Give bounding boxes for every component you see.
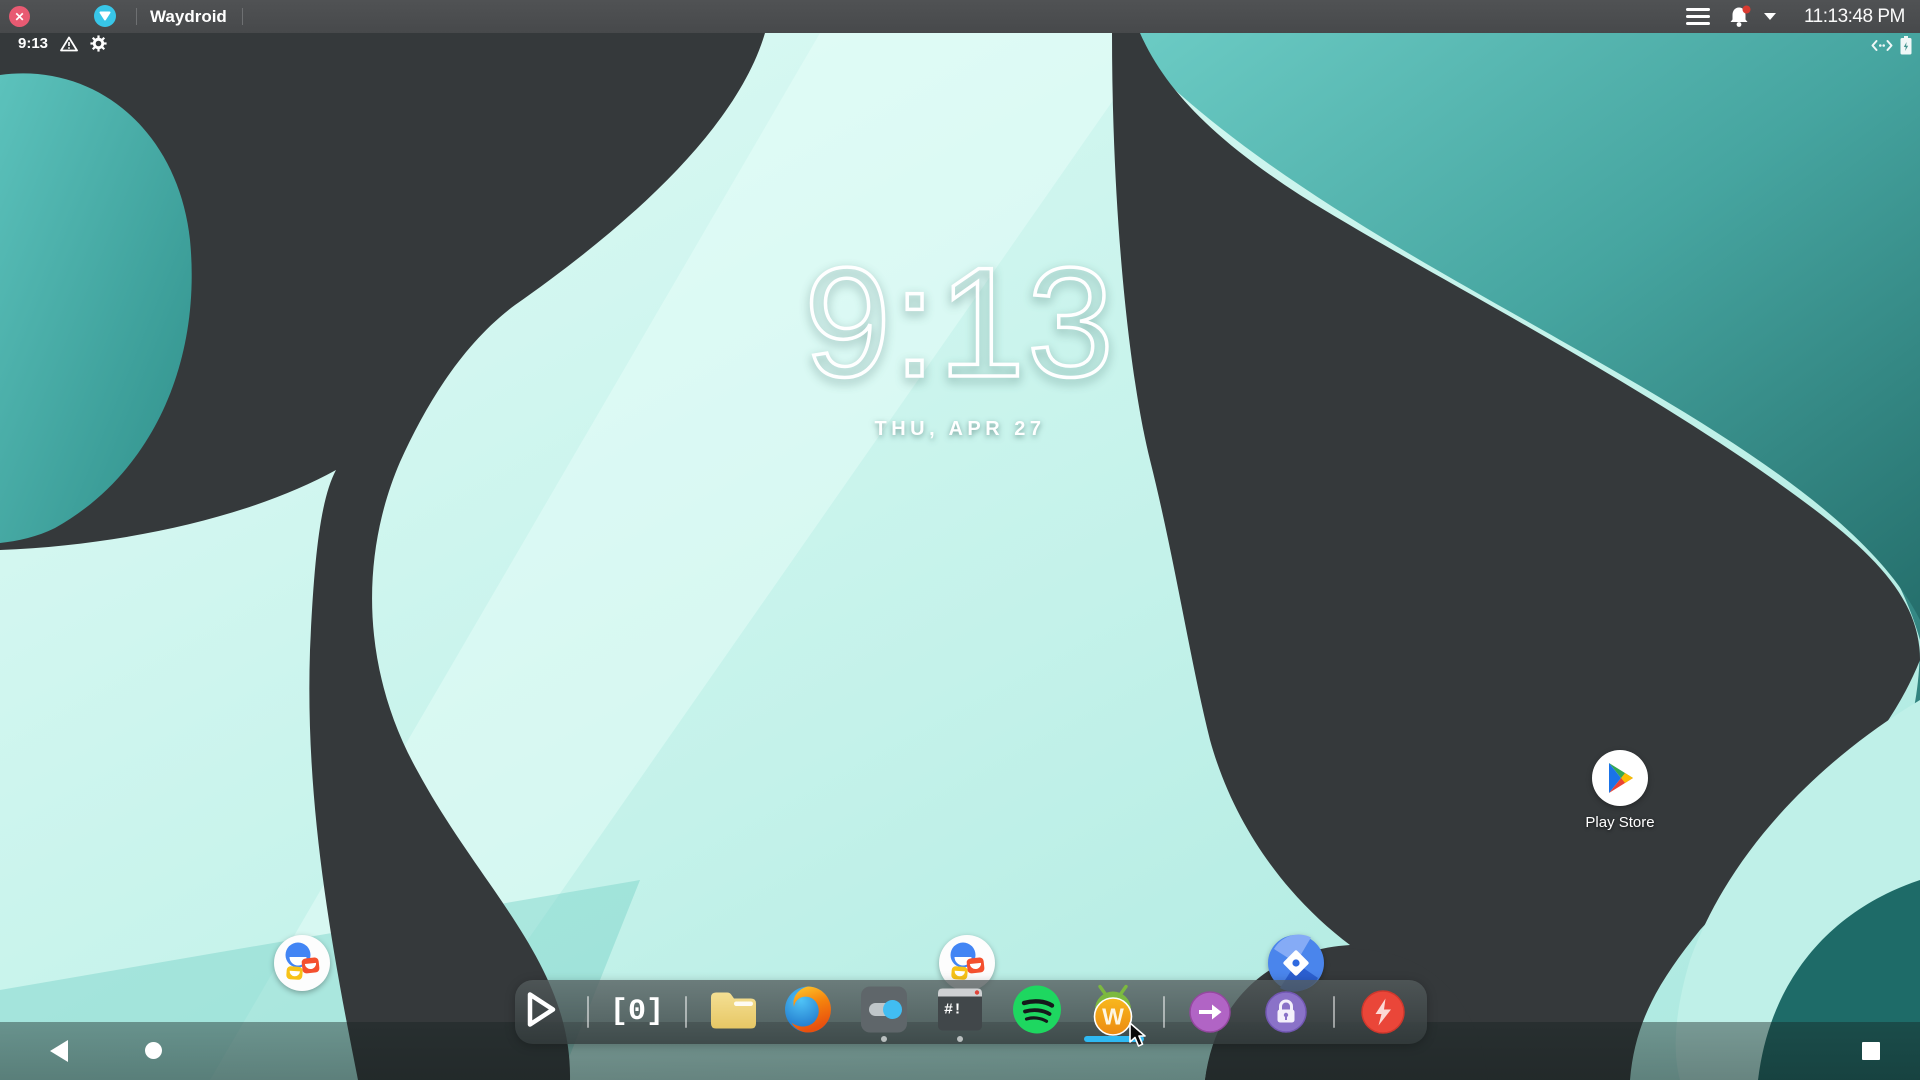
nav-home-button[interactable] — [145, 1042, 162, 1059]
clock-widget: 9:13 THU, APR 27 — [0, 236, 1920, 441]
logout-arrow-icon — [1189, 991, 1231, 1033]
dock-logout-button[interactable] — [1189, 991, 1231, 1033]
dropdown-caret-icon[interactable] — [1764, 13, 1776, 20]
dock: [0] #! W — [515, 980, 1427, 1044]
power-bolt-icon — [1361, 990, 1405, 1034]
svg-text:#!: #! — [944, 1002, 962, 1019]
dock-separator — [587, 996, 589, 1028]
shortcut-label: Play Store — [1585, 814, 1655, 831]
faces-app-icon — [274, 935, 330, 991]
titlebar-clock: 11:13:48 PM — [1804, 6, 1905, 27]
running-indicator-dot — [957, 1036, 963, 1042]
android-screen: 9:13 9:13 THU, APR 27 Play Store — [0, 33, 1920, 1080]
firefox-icon — [785, 986, 831, 1033]
nav-recents-button[interactable] — [1862, 1042, 1880, 1060]
dock-terminal-button[interactable]: #! — [937, 988, 983, 1037]
waydroid-logo-icon[interactable] — [94, 5, 116, 27]
nav-back-button[interactable] — [50, 1040, 68, 1062]
notifications-bell-icon[interactable] — [1728, 5, 1752, 33]
terminal-icon: #! — [938, 988, 982, 1031]
window-title: Waydroid — [150, 7, 227, 26]
dock-lock-button[interactable] — [1265, 991, 1307, 1033]
settings-gear-icon — [90, 35, 107, 52]
mouse-cursor — [1129, 1022, 1146, 1047]
dock-launch-button[interactable] — [523, 990, 559, 1035]
window-titlebar: ✕ Waydroid 11:13:48 PM — [0, 0, 1920, 33]
home-clock: 9:13 — [802, 236, 1116, 411]
android-status-bar[interactable]: 9:13 — [0, 33, 1920, 57]
menu-icon[interactable] — [1686, 8, 1710, 25]
dock-separator — [1163, 996, 1165, 1028]
dock-firefox-button[interactable] — [783, 985, 833, 1040]
close-icon[interactable]: ✕ — [9, 6, 30, 27]
file-manager-folder-icon — [711, 992, 756, 1029]
dock-power-button[interactable] — [1361, 990, 1405, 1034]
shortcut-play-store[interactable]: Play Store — [1570, 749, 1670, 831]
svg-text:W: W — [1102, 1004, 1124, 1030]
dock-spotify-button[interactable] — [1012, 985, 1062, 1040]
dock-file-manager-button[interactable] — [707, 987, 759, 1038]
battery-charging-icon — [1900, 36, 1912, 55]
shortcut-faces-app-1[interactable] — [252, 934, 352, 999]
titlebar-separator — [242, 8, 243, 25]
titlebar-separator — [136, 8, 137, 25]
play-store-icon — [1592, 750, 1648, 806]
waydroid-window: 9:13 9:13 THU, APR 27 Play Store [0] #! … — [0, 0, 1920, 1080]
dock-workspace-indicator[interactable]: [0] — [610, 995, 664, 1029]
status-clock: 9:13 — [18, 35, 49, 52]
launch-play-icon — [527, 992, 556, 1027]
warning-icon — [60, 36, 78, 51]
spotify-icon — [1013, 985, 1061, 1034]
ethernet-icon — [1871, 40, 1893, 51]
dock-separator — [685, 996, 687, 1028]
lock-screen-icon — [1265, 991, 1307, 1033]
dock-toggles-button[interactable] — [861, 986, 907, 1038]
toggles-app-icon — [861, 986, 907, 1033]
dock-separator — [1333, 996, 1335, 1028]
home-date: THU, APR 27 — [874, 417, 1046, 440]
wallpaper — [0, 33, 1920, 1080]
running-indicator-dot — [881, 1036, 887, 1042]
